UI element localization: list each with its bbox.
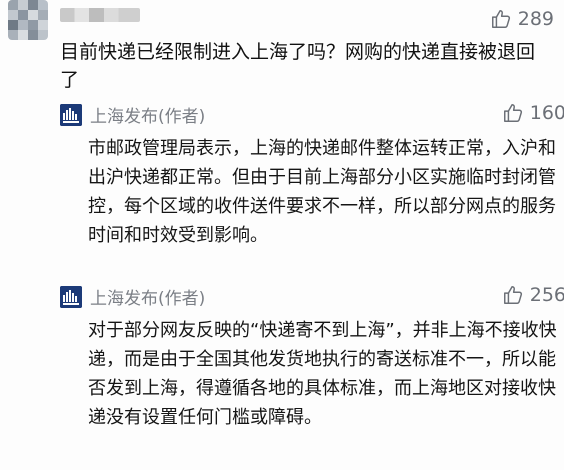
- like-button[interactable]: 160: [502, 102, 564, 124]
- thumbs-up-icon: [491, 10, 510, 28]
- official-avatar[interactable]: [60, 104, 82, 126]
- like-count: 256: [529, 284, 564, 306]
- like-count: 289: [517, 8, 554, 30]
- like-count: 160: [529, 102, 564, 124]
- shanghai-release-logo-icon: [60, 104, 82, 126]
- official-avatar[interactable]: [60, 286, 82, 308]
- comment-text: 目前快递已经限制进入上海了吗？网购的快递直接被退回了: [60, 41, 536, 91]
- reply-text: 市邮政管理局表示，上海的快递邮件整体运转正常，入沪和出沪快递都正常。但由于目前上…: [88, 138, 556, 246]
- user-avatar[interactable]: [8, 0, 48, 40]
- thumbs-up-icon: [503, 286, 522, 304]
- reply-author[interactable]: 上海发布(作者): [90, 284, 205, 309]
- username-blurred: [60, 8, 140, 22]
- reply: 上海发布(作者) 160 市邮政管理局表示，上海的快递邮件整体运转正常，入沪和出…: [60, 100, 564, 280]
- reply: 上海发布(作者) 256 对于部分网友反映的“快递寄不到上海”，并非上海不接收快…: [60, 282, 564, 462]
- shanghai-release-logo-icon: [60, 286, 82, 308]
- thumbs-up-icon: [503, 104, 522, 122]
- reply-text: 对于部分网友反映的“快递寄不到上海”，并非上海不接收快递，而是由于全国其他发货地…: [88, 320, 557, 428]
- like-button[interactable]: 289: [490, 8, 554, 30]
- like-button[interactable]: 256: [502, 284, 564, 306]
- reply-author[interactable]: 上海发布(作者): [90, 102, 205, 127]
